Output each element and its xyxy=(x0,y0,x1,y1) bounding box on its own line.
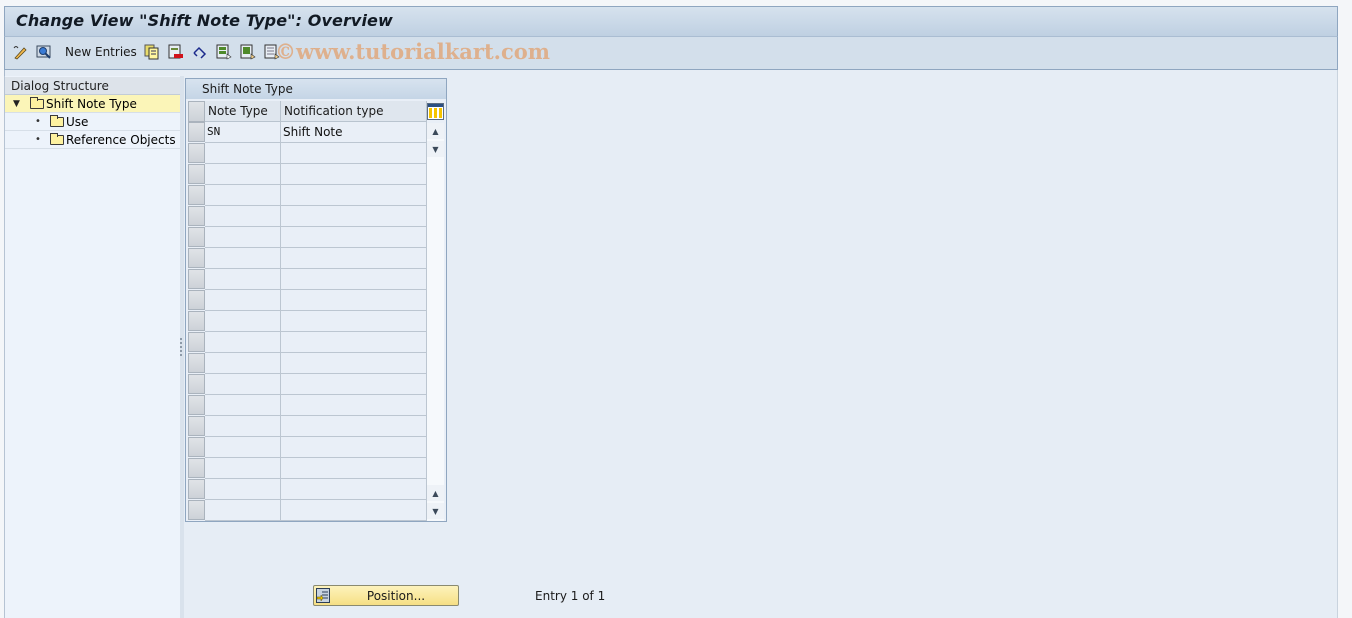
page-title: Change View "Shift Note Type": Overview xyxy=(16,11,393,30)
tree-node-shift-note-type[interactable]: ▼ Shift Note Type xyxy=(5,95,181,113)
position-button-label: Position... xyxy=(366,589,426,603)
cell-note-type[interactable] xyxy=(205,269,281,290)
tree-node-reference-objects[interactable]: • Reference Objects xyxy=(5,131,181,149)
row-selector[interactable] xyxy=(188,479,205,499)
cell-notification-type[interactable] xyxy=(281,248,427,269)
cell-notification-type[interactable] xyxy=(281,395,427,416)
tree-node-label: Use xyxy=(66,115,89,129)
cell-notification-type[interactable] xyxy=(281,290,427,311)
cell-notification-type[interactable] xyxy=(281,479,427,500)
row-selector[interactable] xyxy=(188,437,205,457)
cell-notification-type[interactable] xyxy=(281,227,427,248)
cell-notification-type[interactable] xyxy=(281,500,427,521)
folder-icon xyxy=(50,115,64,127)
cell-notification-type[interactable] xyxy=(281,185,427,206)
application-toolbar: New Entries ©www.tutorialkart.com xyxy=(4,37,1338,70)
cell-note-type[interactable] xyxy=(205,206,281,227)
cell-notification-type[interactable] xyxy=(281,332,427,353)
scroll-down-icon[interactable]: ▼ xyxy=(427,141,444,157)
vertical-scrollbar[interactable]: ▲ ▼ ▲ ▼ xyxy=(427,123,444,521)
row-selector[interactable] xyxy=(188,206,205,226)
cell-notification-type[interactable] xyxy=(281,374,427,395)
cell-note-type[interactable] xyxy=(205,143,281,164)
splitter-grip-icon[interactable] xyxy=(180,338,182,356)
cell-notification-type[interactable] xyxy=(281,437,427,458)
row-selector[interactable] xyxy=(188,269,205,289)
row-selector[interactable] xyxy=(188,416,205,436)
cell-notification-type[interactable] xyxy=(281,269,427,290)
cell-note-type[interactable] xyxy=(205,290,281,311)
new-entries-button[interactable]: New Entries xyxy=(65,45,137,59)
cell-note-type[interactable] xyxy=(205,437,281,458)
row-selector[interactable] xyxy=(188,290,205,310)
cell-note-type[interactable] xyxy=(205,164,281,185)
row-selector[interactable] xyxy=(188,458,205,478)
cell-notification-type[interactable] xyxy=(281,416,427,437)
row-selector[interactable] xyxy=(188,500,205,520)
cell-note-type[interactable] xyxy=(205,395,281,416)
tree-node-label: Reference Objects xyxy=(66,133,176,147)
pane-splitter[interactable] xyxy=(180,76,184,618)
cell-note-type[interactable] xyxy=(205,374,281,395)
cell-note-type[interactable] xyxy=(205,500,281,521)
cell-notification-type[interactable] xyxy=(281,143,427,164)
row-selector[interactable] xyxy=(188,248,205,268)
page-down-icon[interactable]: ▼ xyxy=(427,503,444,519)
row-selector[interactable] xyxy=(188,395,205,415)
folder-icon xyxy=(50,133,64,145)
row-selector[interactable] xyxy=(188,143,205,163)
bullet-icon: • xyxy=(35,134,41,145)
column-header-note-type[interactable]: Note Type xyxy=(205,101,281,122)
row-selector[interactable] xyxy=(188,122,205,142)
dialog-structure-header: Dialog Structure xyxy=(5,77,181,95)
cell-notification-type[interactable] xyxy=(281,164,427,185)
cell-note-type[interactable] xyxy=(205,311,281,332)
row-selector[interactable] xyxy=(188,185,205,205)
bullet-icon: • xyxy=(35,116,41,127)
entry-count: Entry 1 of 1 xyxy=(535,589,606,603)
select-all-rows-button[interactable] xyxy=(188,101,205,122)
other-view-icon[interactable] xyxy=(36,44,52,60)
open-folder-icon xyxy=(30,97,44,109)
copy-as-icon[interactable] xyxy=(144,44,160,60)
row-selector[interactable] xyxy=(188,374,205,394)
title-bar: Change View "Shift Note Type": Overview xyxy=(4,6,1338,37)
watermark-text: ©www.tutorialkart.com xyxy=(275,39,550,64)
row-selector[interactable] xyxy=(188,353,205,373)
cell-note-type[interactable]: SN xyxy=(205,122,281,143)
tree-node-label: Shift Note Type xyxy=(46,97,137,111)
table-title: Shift Note Type xyxy=(186,79,446,99)
select-block-icon[interactable] xyxy=(240,44,256,60)
cell-notification-type[interactable] xyxy=(281,458,427,479)
scroll-up-icon[interactable]: ▲ xyxy=(427,123,444,139)
cell-note-type[interactable] xyxy=(205,479,281,500)
shift-note-type-table: Shift Note Type Note Type Notification t… xyxy=(185,78,447,522)
cell-note-type[interactable] xyxy=(205,248,281,269)
row-selector[interactable] xyxy=(188,227,205,247)
display-change-icon[interactable] xyxy=(12,44,28,60)
row-selector[interactable] xyxy=(188,311,205,331)
position-button[interactable]: Position... xyxy=(313,585,459,606)
delete-icon[interactable] xyxy=(168,44,184,60)
select-all-icon[interactable] xyxy=(216,44,232,60)
tree-node-use[interactable]: • Use xyxy=(5,113,181,131)
dialog-structure-pane: Dialog Structure ▼ Shift Note Type • Use… xyxy=(4,76,181,618)
cell-note-type[interactable] xyxy=(205,458,281,479)
cell-notification-type[interactable] xyxy=(281,311,427,332)
cell-note-type[interactable] xyxy=(205,353,281,374)
cell-notification-type[interactable] xyxy=(281,353,427,374)
cell-note-type[interactable] xyxy=(205,185,281,206)
cell-note-type[interactable] xyxy=(205,227,281,248)
table-settings-icon[interactable] xyxy=(427,103,444,120)
row-selector[interactable] xyxy=(188,332,205,352)
row-selector[interactable] xyxy=(188,164,205,184)
expand-arrow-icon[interactable]: ▼ xyxy=(13,95,20,113)
page-up-icon[interactable]: ▲ xyxy=(427,485,444,501)
cell-note-type[interactable] xyxy=(205,416,281,437)
undo-change-icon[interactable] xyxy=(192,44,208,60)
cell-notification-type[interactable]: Shift Note xyxy=(281,122,427,143)
cell-note-type[interactable] xyxy=(205,332,281,353)
cell-notification-type[interactable] xyxy=(281,206,427,227)
column-header-notification-type[interactable]: Notification type xyxy=(281,101,427,122)
